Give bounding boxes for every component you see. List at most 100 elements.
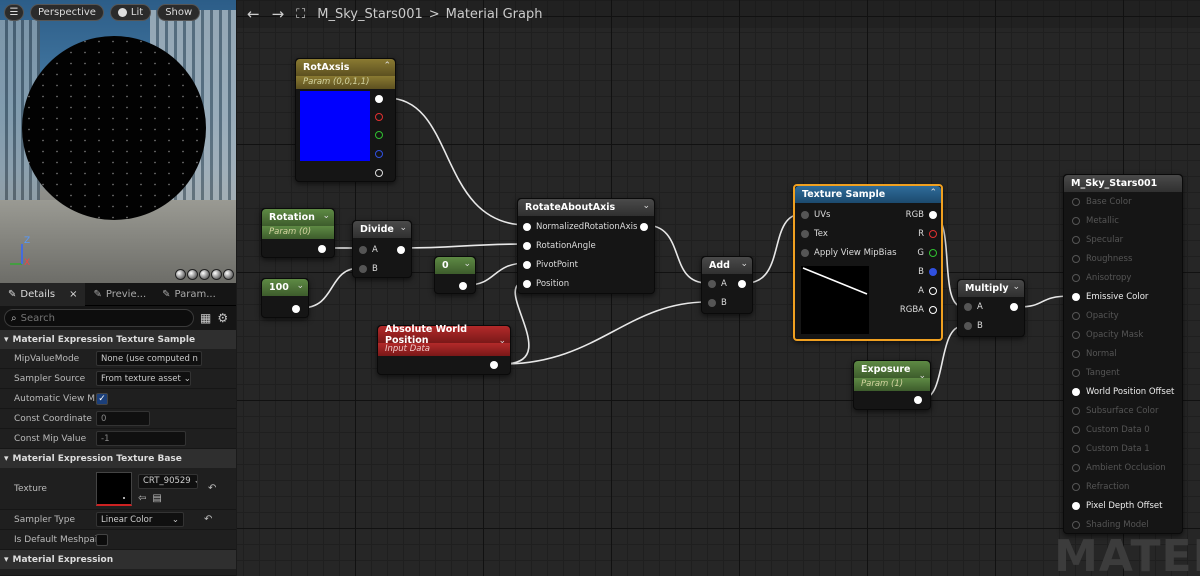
output-pin-base-color[interactable]: Base Color xyxy=(1072,197,1132,207)
node-exposure-param[interactable]: Exposure ⌄ Param (1) xyxy=(853,360,931,410)
table-view-icon[interactable]: ▦ xyxy=(200,311,211,325)
output-pin-pixel-depth-offset[interactable]: Pixel Depth Offset xyxy=(1072,501,1163,511)
output-pin-refraction[interactable]: Refraction xyxy=(1072,482,1129,492)
pin-add-a[interactable] xyxy=(708,280,716,288)
reset-arrow-icon[interactable]: ↶ xyxy=(208,483,216,494)
output-pin-custom-data-0[interactable]: Custom Data 0 xyxy=(1072,425,1150,435)
node-constant-0[interactable]: 0 ⌄ xyxy=(434,256,476,294)
sampler-source-dropdown[interactable]: From texture asset ⌄ xyxy=(96,371,191,386)
output-pin-ambient-occlusion[interactable]: Ambient Occlusion xyxy=(1072,463,1166,473)
node-rotation-param[interactable]: Rotation ⌄ Param (0) xyxy=(261,208,335,258)
pin-normalized-rotation-axis[interactable] xyxy=(523,223,531,231)
pin-rotate-out[interactable] xyxy=(640,223,648,231)
pin-awp-out[interactable] xyxy=(490,361,498,369)
pin-add-out[interactable] xyxy=(738,280,746,288)
pin-tex[interactable] xyxy=(801,230,809,238)
pin-ts-rgb[interactable] xyxy=(929,211,937,219)
texture-asset-dropdown[interactable]: CRT_90529⌄ xyxy=(138,473,198,489)
node-absolute-world-position[interactable]: Absolute World Position ⌄ Input Data xyxy=(377,324,511,375)
output-pin-metallic[interactable]: Metallic xyxy=(1072,216,1119,226)
tab-details[interactable]: ✎ Details × xyxy=(0,282,86,306)
material-preview-viewport[interactable]: ☰ Perspective Lit Show Z X xyxy=(0,0,236,283)
pin-multiply-b[interactable] xyxy=(964,322,972,330)
output-pin-world-position-offset[interactable]: World Position Offset xyxy=(1072,387,1174,397)
automatic-view-mip-checkbox[interactable]: ✓ xyxy=(96,392,108,405)
plane-icon[interactable] xyxy=(199,269,210,280)
texture-thumbnail[interactable] xyxy=(96,471,132,506)
details-search-box[interactable]: ⌕ xyxy=(4,309,194,327)
output-pin-emissive-color[interactable]: Emissive Color xyxy=(1072,292,1148,302)
reset-arrow-icon[interactable]: ↶ xyxy=(204,514,212,525)
node-rotaxis[interactable]: RotAxsis ⌃ Param (0,0,1,1) xyxy=(295,58,396,182)
pin-apply-view-mipbias[interactable] xyxy=(801,249,809,257)
pin-rotaxis-r[interactable] xyxy=(375,113,383,121)
chevron-down-icon[interactable]: ⌄ xyxy=(322,211,330,221)
pin-multiply-out[interactable] xyxy=(1010,303,1018,311)
node-material-output[interactable]: M_Sky_Stars001 Base Color Metallic Specula… xyxy=(1063,174,1183,534)
pin-uvs[interactable] xyxy=(801,211,809,219)
pin-ts-b[interactable] xyxy=(929,268,937,276)
section-material-expression[interactable]: ▾ Material Expression xyxy=(0,550,236,569)
pin-divide-a[interactable] xyxy=(359,246,367,254)
pin-100-out[interactable] xyxy=(292,305,300,313)
lit-button[interactable]: Lit xyxy=(109,3,152,21)
output-pin-subsurface-color[interactable]: Subsurface Color xyxy=(1072,406,1159,416)
chevron-down-icon[interactable]: ⌄ xyxy=(918,371,926,381)
cylinder-icon[interactable] xyxy=(175,269,186,280)
pin-ts-r[interactable] xyxy=(929,230,937,238)
const-coordinate-input[interactable]: 0 xyxy=(96,411,150,426)
pin-rotaxis-rgb[interactable] xyxy=(375,95,383,103)
section-texture-base[interactable]: ▾ Material Expression Texture Base xyxy=(0,449,236,468)
show-button[interactable]: Show xyxy=(157,3,201,21)
chevron-down-icon[interactable]: ⌄ xyxy=(1012,282,1020,292)
cube-icon[interactable] xyxy=(211,269,222,280)
pin-pivot-point[interactable] xyxy=(523,261,531,269)
section-texture-sample[interactable]: ▾ Material Expression Texture Sample xyxy=(0,330,236,349)
chevron-down-icon[interactable]: ⌄ xyxy=(740,259,748,269)
pin-ts-g[interactable] xyxy=(929,249,937,257)
sampler-type-dropdown[interactable]: Linear Color ⌄ xyxy=(96,512,184,527)
node-texture-sample[interactable]: Texture Sample ⌃ UVs Tex Apply View MipB… xyxy=(793,184,943,341)
node-add[interactable]: Add ⌄ A B xyxy=(701,256,753,314)
teapot-icon[interactable] xyxy=(223,269,234,280)
pin-ts-rgba[interactable] xyxy=(929,306,937,314)
pin-position[interactable] xyxy=(523,280,531,288)
chevron-up-icon[interactable]: ⌃ xyxy=(383,61,391,71)
tab-preview[interactable]: ✎ Previe... xyxy=(85,283,154,306)
is-default-meshpaint-checkbox[interactable] xyxy=(96,533,108,546)
pin-rotation-out[interactable] xyxy=(318,245,326,253)
output-pin-roughness[interactable]: Roughness xyxy=(1072,254,1132,264)
pin-rotation-angle[interactable] xyxy=(523,242,531,250)
output-pin-opacity[interactable]: Opacity xyxy=(1072,311,1119,321)
gear-icon[interactable]: ⚙ xyxy=(217,311,228,325)
pin-rotaxis-a[interactable] xyxy=(375,169,383,177)
output-pin-specular[interactable]: Specular xyxy=(1072,235,1123,245)
const-mip-value-input[interactable]: -1 xyxy=(96,431,186,446)
node-rotate-about-axis[interactable]: RotateAboutAxis ⌄ NormalizedRotationAxis… xyxy=(517,198,655,294)
pin-0-out[interactable] xyxy=(459,282,467,290)
viewport-menu-button[interactable]: ☰ xyxy=(4,3,24,21)
output-pin-opacity-mask[interactable]: Opacity Mask xyxy=(1072,330,1143,340)
pin-add-b[interactable] xyxy=(708,299,716,307)
close-tab-icon[interactable]: × xyxy=(69,289,77,300)
chevron-down-icon[interactable]: ⌄ xyxy=(399,223,407,233)
pin-divide-b[interactable] xyxy=(359,265,367,273)
pin-ts-a[interactable] xyxy=(929,287,937,295)
pin-divide-out[interactable] xyxy=(397,246,405,254)
output-pin-shading-model[interactable]: Shading Model xyxy=(1072,520,1149,530)
pin-exposure-out[interactable] xyxy=(914,396,922,404)
chevron-down-icon[interactable]: ⌄ xyxy=(498,336,506,346)
chevron-down-icon[interactable]: ⌄ xyxy=(463,259,471,269)
chevron-down-icon[interactable]: ⌄ xyxy=(296,281,304,291)
browse-arrow-icon[interactable]: ⇦ xyxy=(138,493,146,504)
sphere-icon[interactable] xyxy=(187,269,198,280)
pin-rotaxis-g[interactable] xyxy=(375,131,383,139)
node-constant-100[interactable]: 100 ⌄ xyxy=(261,278,309,318)
browse-folder-icon[interactable]: ▤ xyxy=(152,493,161,504)
details-search-input[interactable] xyxy=(20,312,181,324)
chevron-up-icon[interactable]: ⌃ xyxy=(929,188,937,198)
node-divide[interactable]: Divide ⌄ A B xyxy=(352,220,412,278)
output-pin-anisotropy[interactable]: Anisotropy xyxy=(1072,273,1131,283)
output-pin-tangent[interactable]: Tangent xyxy=(1072,368,1120,378)
output-pin-custom-data-1[interactable]: Custom Data 1 xyxy=(1072,444,1150,454)
